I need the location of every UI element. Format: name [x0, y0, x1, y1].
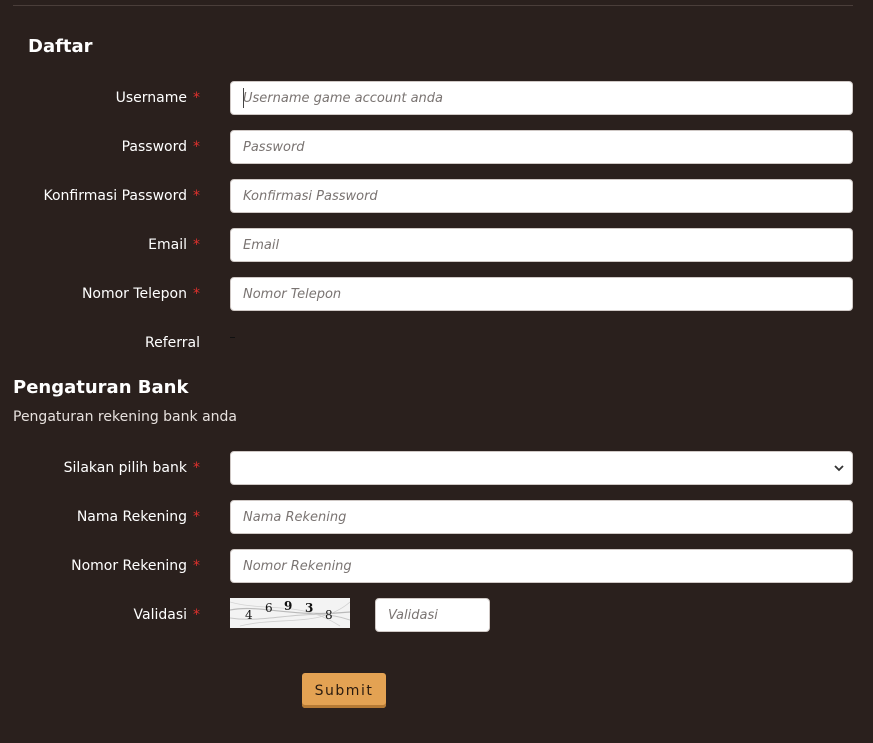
referral-value — [230, 337, 235, 338]
account-name-input[interactable] — [230, 500, 853, 534]
validation-row: Validasi * 4 6 9 3 8 — [0, 598, 873, 632]
chevron-down-icon — [834, 465, 844, 472]
confirm-password-input[interactable] — [230, 179, 853, 213]
required-mark: * — [193, 237, 200, 253]
bank-section-title: Pengaturan Bank — [13, 377, 189, 398]
registration-title: Daftar — [28, 36, 93, 57]
captcha-image: 4 6 9 3 8 — [230, 598, 350, 628]
required-mark: * — [193, 460, 200, 476]
captcha-digit: 6 — [265, 601, 273, 615]
required-mark: * — [193, 90, 200, 106]
validation-input[interactable] — [375, 598, 490, 632]
username-label: Username * — [115, 90, 200, 106]
submit-button[interactable]: Submit — [302, 673, 386, 708]
referral-row: Referral — [0, 326, 873, 360]
required-mark: * — [193, 139, 200, 155]
required-mark: * — [193, 607, 200, 623]
email-row: Email * — [0, 228, 873, 262]
confirm-password-label: Konfirmasi Password * — [43, 188, 201, 204]
bank-select-row: Silakan pilih bank * — [0, 451, 873, 485]
password-label: Password * — [121, 139, 200, 155]
account-number-label: Nomor Rekening * — [71, 558, 200, 574]
required-mark: * — [193, 188, 200, 204]
password-input[interactable] — [230, 130, 853, 164]
captcha-digit: 3 — [305, 601, 314, 615]
account-number-input[interactable] — [230, 549, 853, 583]
account-name-label: Nama Rekening * — [76, 509, 200, 525]
password-row: Password * — [0, 130, 873, 164]
bank-select[interactable] — [230, 451, 853, 485]
captcha-digit: 9 — [284, 599, 293, 613]
referral-label: Referral — [145, 335, 200, 351]
required-mark: * — [193, 509, 200, 525]
required-mark: * — [193, 286, 200, 302]
phone-label: Nomor Telepon * — [81, 286, 200, 302]
text-caret — [243, 88, 244, 108]
phone-input[interactable] — [230, 277, 853, 311]
username-row: Username * — [0, 81, 873, 115]
account-number-row: Nomor Rekening * — [0, 549, 873, 583]
bank-select-label: Silakan pilih bank * — [63, 460, 200, 476]
email-input[interactable] — [230, 228, 853, 262]
captcha-digit: 8 — [325, 608, 333, 622]
account-name-row: Nama Rekening * — [0, 500, 873, 534]
registration-page: Daftar Username* Password* Konfirmasi Pa… — [0, 0, 873, 743]
confirm-password-row: Konfirmasi Password * — [0, 179, 873, 213]
required-mark: * — [193, 558, 200, 574]
phone-row: Nomor Telepon * — [0, 277, 873, 311]
top-divider — [13, 5, 853, 6]
validation-label: Validasi * — [133, 607, 201, 623]
captcha-digit: 4 — [245, 608, 253, 622]
bank-section-subtitle: Pengaturan rekening bank anda — [13, 409, 237, 425]
email-label: Email * — [148, 237, 200, 253]
username-input[interactable] — [230, 81, 853, 115]
